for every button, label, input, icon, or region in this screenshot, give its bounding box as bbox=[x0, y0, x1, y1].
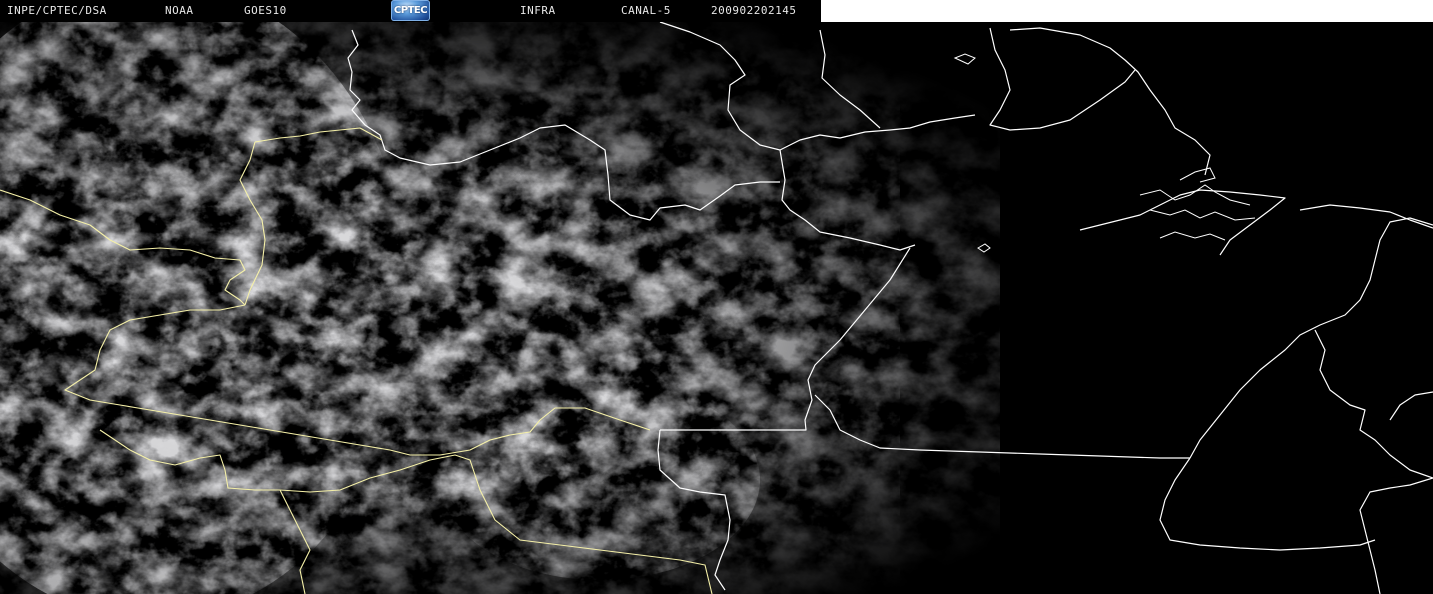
header-band: INFRA bbox=[520, 4, 556, 17]
cloud-layer bbox=[0, 22, 1000, 594]
header-satellite: GOES10 bbox=[244, 4, 287, 17]
header-blank-strip bbox=[821, 0, 1433, 22]
cptec-logo-text: CPTEC bbox=[393, 5, 428, 16]
header-source: INPE/CPTEC/DSA bbox=[7, 4, 107, 17]
image-header-bar: INPE/CPTEC/DSA NOAA GOES10 CPTEC INFRA C… bbox=[0, 0, 821, 22]
header-channel: CANAL-5 bbox=[621, 4, 671, 17]
header-timestamp: 200902202145 bbox=[711, 4, 797, 17]
satellite-map bbox=[0, 0, 1433, 594]
cptec-logo: CPTEC bbox=[391, 0, 430, 21]
header-agency: NOAA bbox=[165, 4, 194, 17]
